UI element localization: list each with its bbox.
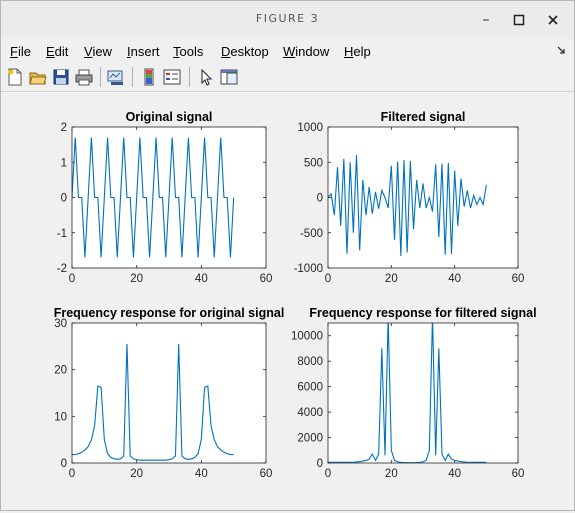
menu-help[interactable]: Help [344,44,371,59]
freq-response-original-ytick-label: 0 [61,458,67,470]
property-editor-icon[interactable] [220,68,238,86]
figure-canvas[interactable]: Original signal 0 20 40 60 -2 -1 0 1 2 Filtered si… [2,92,573,509]
freq-response-filtered-ytick-label: 0 [317,458,323,470]
freq-response-original-xtick-label: 20 [130,468,143,480]
dock-arrow-icon[interactable] [556,45,566,58]
menu-desktop-label: esktop [230,44,269,59]
figure-svg: Original signal 0 20 40 60 -2 -1 0 1 2 Filtered si… [54,110,537,480]
original-signal-ytick-label: 1 [61,157,67,169]
menu-tools-label: ools [179,44,204,59]
menu-view[interactable]: View [84,44,112,59]
filtered-signal-xtick-label: 20 [385,273,398,285]
figure-window: FIGURE 3 – File Edit View Insert Tools D… [0,0,575,511]
freq-response-filtered-ytick-label: 10000 [291,331,323,343]
menu-insert-label: nsert [130,44,160,59]
menu-window-label: indow [295,44,330,59]
freq-response-filtered-ytick-label: 8000 [297,356,323,368]
menu-file[interactable]: File [10,44,31,59]
filtered-signal-ytick-label: -1000 [294,263,323,275]
freq-response-filtered-plot-bg [328,323,518,463]
original-signal-axes: Original signal 0 20 40 60 -2 -1 0 1 2 [57,110,273,285]
original-signal-xtick-label: 20 [130,273,143,285]
menu-edit-label: dit [54,44,69,59]
menu-tools[interactable]: Tools [173,44,203,59]
freq-response-filtered-ytick-label: 2000 [297,433,323,445]
freq-response-original-title: Frequency response for original signal [54,306,285,320]
original-signal-ytick-label: -2 [57,263,67,275]
freq-response-original-ytick-label: 20 [54,365,67,377]
filtered-signal-ytick-label: 1000 [297,122,323,134]
menu-desktop[interactable]: Desktop [221,44,269,59]
pointer-icon[interactable] [197,68,215,86]
freq-response-original-xtick-label: 60 [260,468,273,480]
original-signal-ytick-label: 0 [61,193,67,205]
freq-response-filtered-xtick-label: 40 [448,468,461,480]
filtered-signal-ytick-label: 0 [317,193,323,205]
toolbar [1,63,574,92]
menu-file-accel: F [10,44,18,59]
filtered-signal-plot-bg [328,127,518,268]
filtered-signal-xtick-label: 60 [512,273,525,285]
original-signal-xtick-label: 60 [260,273,273,285]
toolbar-separator [189,67,190,87]
original-signal-ytick-label: 2 [61,122,67,134]
original-signal-ytick-label: -1 [57,228,67,240]
menu-window[interactable]: Window [283,44,329,59]
menu-insert[interactable]: Insert [127,44,160,59]
filtered-signal-xtick-label: 0 [325,273,331,285]
freq-response-original-ytick-label: 30 [54,318,67,330]
freq-response-filtered-xtick-label: 20 [385,468,398,480]
save-icon[interactable] [52,68,70,86]
link-plot-icon[interactable] [107,68,125,86]
filtered-signal-xtick-label: 40 [448,273,461,285]
menu-view-label: iew [92,44,112,59]
menu-bar: File Edit View Insert Tools Desktop Wind… [1,40,574,62]
menu-edit-accel: E [46,44,55,59]
freq-response-filtered-ytick-label: 4000 [297,407,323,419]
menu-window-accel: W [283,44,296,59]
filtered-signal-axes: Filtered signal 0 20 40 60 -1000 -500 0 500 1000 [294,110,525,285]
open-file-icon[interactable] [29,68,47,86]
original-signal-title: Original signal [126,110,213,124]
freq-response-filtered-ytick-label: 6000 [297,382,323,394]
menu-help-accel: H [344,44,354,59]
colorbar-icon[interactable] [140,68,158,86]
freq-response-filtered-title: Frequency response for filtered signal [309,306,536,320]
filtered-signal-ytick-label: -500 [300,228,323,240]
title-bar[interactable]: FIGURE 3 – [1,1,574,39]
menu-file-label: ile [17,44,31,59]
freq-response-original-xtick-label: 40 [195,468,208,480]
close-icon [548,15,558,25]
minimize-button[interactable]: – [476,10,496,30]
menu-desktop-accel: D [221,44,231,59]
menu-edit[interactable]: Edit [46,44,68,59]
print-icon[interactable] [75,68,93,86]
freq-response-original-axes: Frequency response for original signal 0 2… [54,306,285,480]
filtered-signal-ytick-label: 500 [304,157,323,169]
freq-response-filtered-xtick-label: 60 [512,468,525,480]
freq-response-original-ytick-label: 10 [54,411,67,423]
toolbar-separator [100,67,101,87]
maximize-button[interactable] [509,10,529,30]
freq-response-filtered-xtick-label: 0 [325,468,331,480]
close-button[interactable] [543,10,563,30]
menu-help-label: elp [353,44,371,59]
original-signal-xtick-label: 40 [195,273,208,285]
toolbar-separator [132,67,133,87]
original-signal-xtick-label: 0 [69,273,75,285]
new-figure-icon[interactable] [6,68,24,86]
legend-icon[interactable] [163,68,181,86]
freq-response-filtered-axes: Frequency response for filtered signal 0 2… [291,306,537,480]
filtered-signal-title: Filtered signal [381,110,466,124]
freq-response-original-xtick-label: 0 [69,468,75,480]
maximize-icon [513,14,525,26]
